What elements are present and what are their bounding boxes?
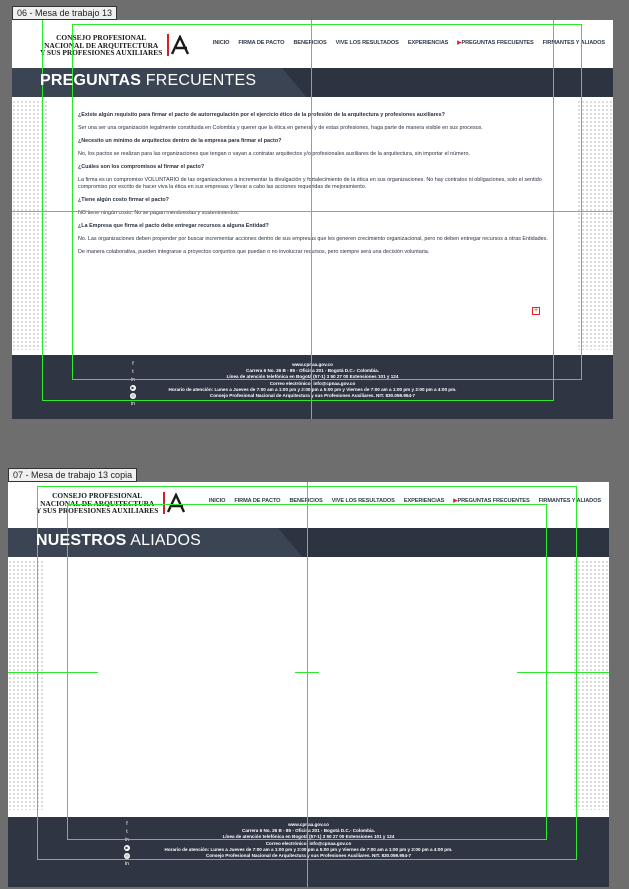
layout-guide-crosshair-v [307,660,308,684]
page-title-bold: NUESTROS [36,532,127,549]
page-title: NUESTROS ALIADOS [36,532,201,550]
layout-guide-horizontal [8,672,98,673]
dot-pattern-right [577,100,613,350]
page-title-bold: PREGUNTAS [40,72,142,89]
linkedin-icon[interactable]: in [130,401,136,407]
artboard-aliados: NOMBRE DE USUARIO× CONSEJO PROFESIONAL N… [8,482,609,887]
page-title-light: FRECUENTES [145,72,257,89]
layout-guide-horizontal [517,672,609,673]
layout-guide-vertical [311,20,312,419]
artboard-label[interactable]: 06 - Mesa de trabajo 13 [12,6,118,20]
artboard-label[interactable]: 07 - Mesa de trabajo 13 copia [8,468,138,482]
layout-guide-vertical [307,482,308,887]
artboard-faq: NOMBRE DE USUARIO× CONSEJO PROFESIONAL N… [12,20,613,419]
page-title: PREGUNTAS FRECUENTES [40,72,256,90]
linkedin-icon[interactable]: in [124,861,130,867]
page-title-light: ALIADOS [130,532,202,549]
dot-pattern-right [573,560,609,810]
layout-guide-horizontal [12,211,613,212]
